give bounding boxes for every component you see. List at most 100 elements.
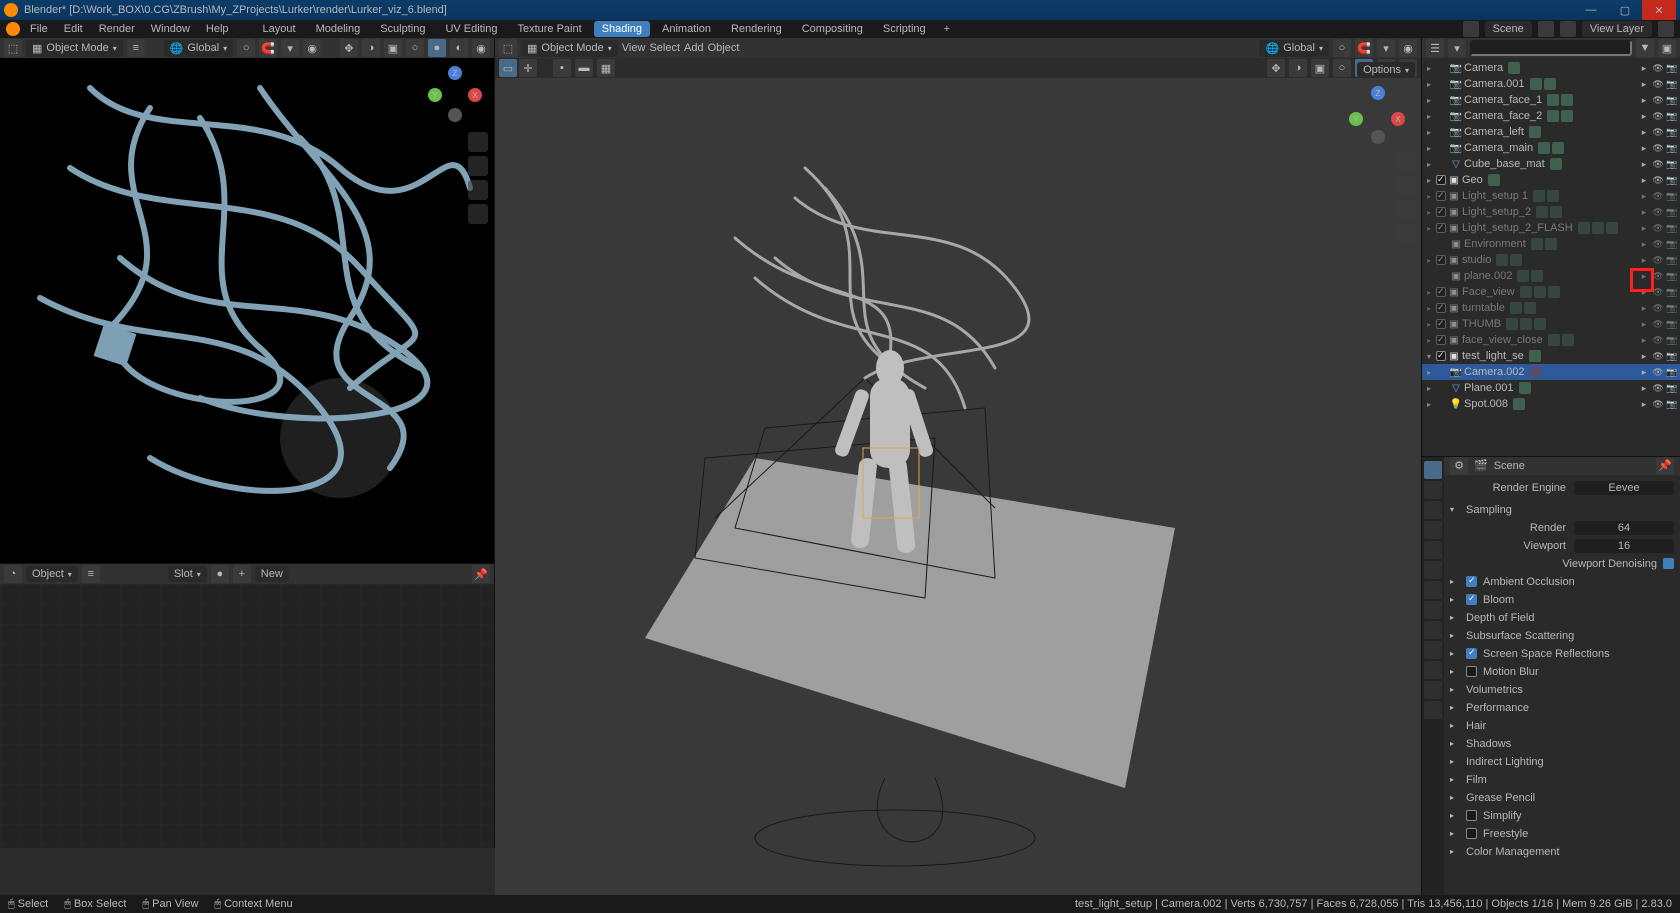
outliner-row[interactable]: ▸📷Camera_face_1▸👁📷 — [1422, 92, 1680, 108]
hide-viewport-icon[interactable]: 👁 — [1652, 303, 1664, 314]
data-tag-icon[interactable] — [1510, 302, 1522, 314]
data-tag-icon[interactable] — [1561, 110, 1573, 122]
hide-select-icon[interactable]: ▸ — [1638, 127, 1650, 138]
chevron-right-icon[interactable]: ▸ — [1450, 739, 1460, 748]
chevron-right-icon[interactable]: ▸ — [1450, 829, 1460, 838]
hide-render-icon[interactable]: 📷 — [1666, 63, 1678, 74]
expand-icon[interactable]: ▸ — [1424, 384, 1434, 393]
zoom-button[interactable] — [468, 132, 488, 152]
section-checkbox[interactable] — [1466, 648, 1477, 659]
viewlayer-field[interactable]: View Layer — [1582, 21, 1652, 37]
snap-button[interactable]: 🧲 — [1355, 39, 1373, 57]
tab-texture-paint[interactable]: Texture Paint — [509, 21, 589, 37]
hide-render-icon[interactable]: 📷 — [1666, 143, 1678, 154]
hide-render-icon[interactable]: 📷 — [1666, 111, 1678, 122]
data-tag-icon[interactable] — [1488, 174, 1500, 186]
item-name[interactable]: Camera_face_2 — [1464, 110, 1542, 122]
hide-select-icon[interactable]: ▸ — [1638, 255, 1650, 266]
editor-type-button[interactable]: ⬚ — [499, 39, 517, 57]
property-section[interactable]: ▸Screen Space Reflections — [1450, 645, 1674, 663]
data-tag-icon[interactable] — [1548, 334, 1560, 346]
menu-help[interactable]: Help — [200, 23, 235, 35]
item-name[interactable]: turntable — [1462, 302, 1505, 314]
item-name[interactable]: Camera.002 — [1464, 366, 1525, 378]
tab-modeling[interactable]: Modeling — [308, 21, 369, 37]
data-tag-icon[interactable] — [1544, 78, 1556, 90]
hide-select-icon[interactable]: ▸ — [1638, 159, 1650, 170]
options-dropdown[interactable]: Options▾ — [1357, 62, 1415, 78]
property-section[interactable]: ▸Performance — [1450, 699, 1674, 717]
chevron-right-icon[interactable]: ▸ — [1450, 649, 1460, 658]
expand-icon[interactable]: ▸ — [1424, 224, 1434, 233]
tab-scripting[interactable]: Scripting — [875, 21, 934, 37]
data-tag-icon[interactable] — [1536, 206, 1548, 218]
viewlayer-new-button[interactable] — [1658, 21, 1674, 37]
editor-type-button[interactable]: ⬚ — [4, 39, 22, 57]
include-checkbox[interactable] — [1436, 303, 1446, 313]
mode-dropdown[interactable]: ▦ Object Mode▾ — [26, 40, 123, 57]
tab-modifier[interactable] — [1424, 581, 1442, 599]
hide-select-icon[interactable]: ▸ — [1638, 351, 1650, 362]
pan-button[interactable] — [468, 156, 488, 176]
persp-ortho-button[interactable] — [468, 204, 488, 224]
include-checkbox[interactable] — [1436, 287, 1446, 297]
pin-button[interactable]: 📌 — [472, 565, 490, 583]
section-checkbox[interactable] — [1466, 666, 1477, 677]
hide-select-icon[interactable]: ▸ — [1638, 63, 1650, 74]
chevron-right-icon[interactable]: ▸ — [1450, 613, 1460, 622]
hide-render-icon[interactable]: 📷 — [1666, 271, 1678, 282]
chevron-right-icon[interactable]: ▸ — [1450, 577, 1460, 586]
chevron-right-icon[interactable]: ▸ — [1450, 685, 1460, 694]
tab-rendering[interactable]: Rendering — [723, 21, 790, 37]
editor-type-button[interactable]: ◔ — [4, 565, 22, 583]
item-name[interactable]: Light_setup_2_FLASH — [1462, 222, 1573, 234]
shading-rendered[interactable]: ◉ — [472, 39, 490, 57]
chevron-right-icon[interactable]: ▸ — [1450, 793, 1460, 802]
outliner-row[interactable]: ▸📷Camera▸👁📷 — [1422, 60, 1680, 76]
data-tag-icon[interactable] — [1534, 318, 1546, 330]
property-section[interactable]: ▸Depth of Field — [1450, 609, 1674, 627]
menu-object[interactable]: Object — [708, 42, 740, 54]
data-tag-icon[interactable] — [1606, 222, 1618, 234]
menu-view[interactable]: View — [622, 42, 646, 54]
tab-material[interactable] — [1424, 681, 1442, 699]
chevron-right-icon[interactable]: ▸ — [1450, 631, 1460, 640]
snap-options-button[interactable]: ▾ — [281, 39, 299, 57]
data-tag-icon[interactable] — [1508, 62, 1520, 74]
expand-icon[interactable]: ▸ — [1424, 320, 1434, 329]
item-name[interactable]: Cube_base_mat — [1464, 158, 1545, 170]
zoom-button[interactable] — [1395, 152, 1415, 172]
hide-select-icon[interactable]: ▸ — [1638, 207, 1650, 218]
expand-icon[interactable]: ▸ — [1424, 144, 1434, 153]
chevron-right-icon[interactable]: ▸ — [1450, 757, 1460, 766]
hide-render-icon[interactable]: 📷 — [1666, 319, 1678, 330]
render-engine-dropdown[interactable]: Eevee — [1574, 481, 1674, 495]
data-tag-icon[interactable] — [1510, 254, 1522, 266]
data-tag-icon[interactable] — [1547, 94, 1559, 106]
hide-render-icon[interactable]: 📷 — [1666, 159, 1678, 170]
viewlayer-browse-button[interactable] — [1560, 21, 1576, 37]
item-name[interactable]: face_view_close — [1462, 334, 1543, 346]
hide-viewport-icon[interactable]: 👁 — [1652, 175, 1664, 186]
tab-shading[interactable]: Shading — [594, 21, 650, 37]
item-name[interactable]: Geo — [1462, 174, 1483, 186]
camera-button[interactable] — [468, 180, 488, 200]
hide-select-icon[interactable]: ▸ — [1638, 223, 1650, 234]
data-tag-icon[interactable] — [1520, 318, 1532, 330]
viewport-top-left[interactable]: ⬚ ▦ Object Mode▾ ≡ 🌐 Global▾ ○ 🧲 ▾ ◉ ✥ ◑… — [0, 38, 495, 563]
expand-icon[interactable]: ▸ — [1424, 160, 1434, 169]
hide-render-icon[interactable]: 📷 — [1666, 175, 1678, 186]
shading-solid[interactable]: ● — [428, 39, 446, 57]
shading-matprev[interactable]: ◐ — [450, 39, 468, 57]
hide-viewport-icon[interactable]: 👁 — [1652, 63, 1664, 74]
tab-layout[interactable]: Layout — [255, 21, 304, 37]
data-tag-icon[interactable] — [1531, 238, 1543, 250]
search-input[interactable] — [1470, 40, 1632, 56]
hide-viewport-icon[interactable]: 👁 — [1652, 79, 1664, 90]
tab-world[interactable] — [1424, 541, 1442, 559]
item-name[interactable]: Camera — [1464, 62, 1503, 74]
tool-cursor[interactable]: ✛ — [519, 59, 537, 77]
scene-crumb[interactable]: Scene — [1494, 460, 1525, 472]
shader-mode[interactable]: Object▾ — [26, 566, 78, 582]
sampling-header[interactable]: Sampling — [1466, 504, 1512, 516]
